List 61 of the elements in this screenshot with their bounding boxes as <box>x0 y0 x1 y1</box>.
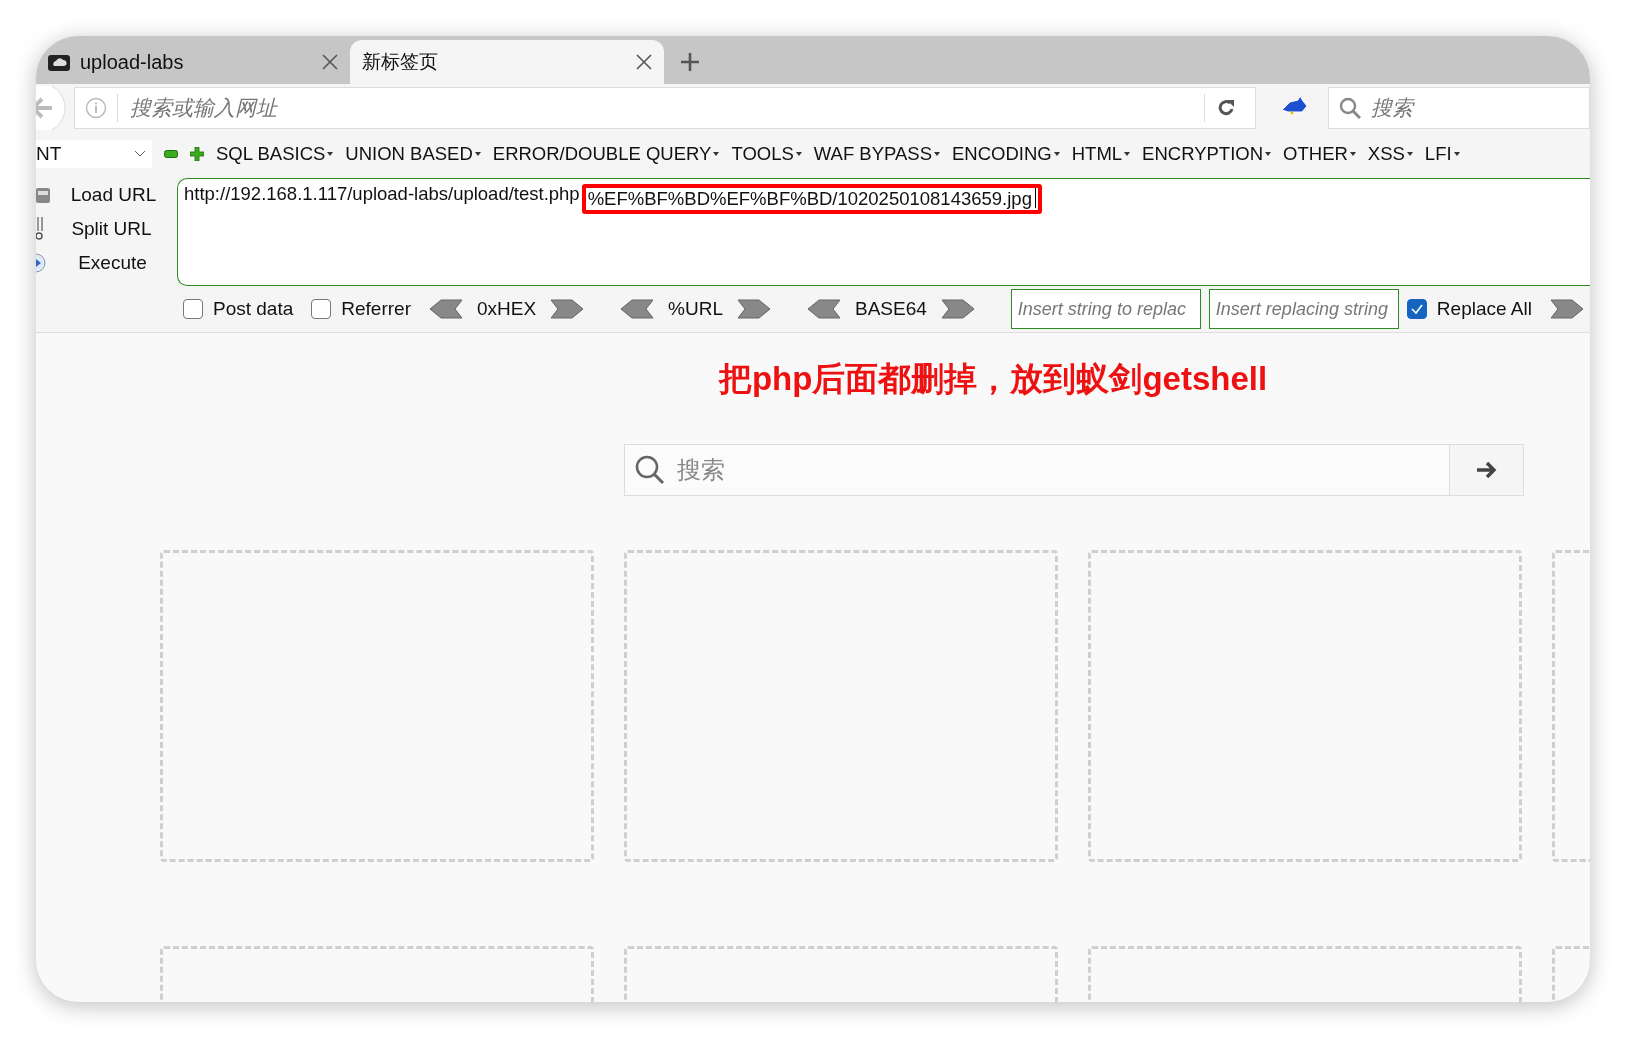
go-button[interactable] <box>1449 445 1523 495</box>
search-icon <box>635 455 665 485</box>
url-text: http://192.168.1.117/upload-labs/upload/test.php <box>184 183 580 204</box>
checkbox-label: Replace All <box>1436 298 1532 320</box>
empty-tile[interactable] <box>160 550 594 862</box>
replacing-string-field[interactable]: Insert replacing string <box>1208 289 1399 329</box>
action-button[interactable]: Load URL <box>50 183 177 206</box>
action-button[interactable]: Execute <box>48 252 177 275</box>
menu-item[interactable]: OTHER <box>1283 143 1356 165</box>
right-arrow-icon[interactable] <box>1549 299 1584 319</box>
left-arrow-icon[interactable] <box>620 299 655 319</box>
left-arrow-icon[interactable] <box>807 299 841 319</box>
checkbox-label: Post data <box>213 298 294 320</box>
menu-item[interactable]: HTML <box>1071 143 1131 165</box>
new-tab-icon[interactable] <box>680 52 700 72</box>
search-box[interactable]: 搜索 <box>624 444 1524 496</box>
checkbox[interactable] <box>311 299 332 319</box>
search-bar[interactable]: 搜索 <box>1328 87 1590 129</box>
empty-tile[interactable] <box>624 550 1058 862</box>
arrow-right-icon <box>1475 460 1498 480</box>
annotation-text: 把php后面都删掉，放到蚁剑getshell <box>718 359 1268 399</box>
close-icon[interactable] <box>636 54 652 70</box>
checkbox[interactable] <box>1406 299 1427 319</box>
empty-tile[interactable] <box>1088 550 1522 862</box>
highlighted-url-text: %EF%BF%BD%EF%BF%BD/1020250108143659.jpg <box>581 184 1042 214</box>
close-icon[interactable] <box>322 54 338 70</box>
checkbox-label: Referrer <box>341 298 411 320</box>
url-field[interactable]: http://192.168.1.117/upload-labs/upload/test.php %EF%BF%BD%EF%BF%BD/1020250108143659.jpg <box>177 178 1590 286</box>
address-bar[interactable]: 搜索或输入网址 <box>74 87 1256 129</box>
menu-item[interactable]: TOOLS <box>731 143 802 165</box>
checkbox[interactable] <box>183 299 203 319</box>
search-field[interactable]: 搜索 <box>675 455 1439 485</box>
plus-icon[interactable] <box>190 147 204 161</box>
action-button[interactable]: Split URL <box>46 218 177 240</box>
chevron-icon <box>134 150 146 158</box>
dropdown[interactable]: NT <box>36 140 152 168</box>
menu-item[interactable]: LFI <box>1424 143 1460 165</box>
browser-tab[interactable]: 新标签页 <box>350 40 664 84</box>
replace-string-field[interactable]: Insert string to replac <box>1010 289 1201 329</box>
menu-item[interactable]: SQL BASICS <box>216 143 334 165</box>
menu-item[interactable]: XSS <box>1367 143 1413 165</box>
menu-item[interactable]: ERROR/DOUBLE QUERY <box>492 143 720 165</box>
menu-item[interactable]: UNION BASED <box>345 143 481 165</box>
search-icon <box>1339 97 1361 119</box>
menu-item[interactable]: ENCODING <box>952 143 1060 165</box>
cloud-folder-icon <box>48 53 70 71</box>
right-arrow-icon[interactable] <box>940 299 975 319</box>
encoder-label: 0xHEX <box>476 298 537 320</box>
minus-icon[interactable] <box>164 150 178 158</box>
browser-tab[interactable]: upload-labs <box>36 40 350 84</box>
menu-item[interactable]: ENCRYPTION <box>1142 143 1272 165</box>
address-field[interactable]: 搜索或输入网址 <box>128 95 1194 121</box>
play-icon <box>36 253 48 274</box>
encoder-label: %URL <box>668 298 723 320</box>
left-arrow-icon[interactable] <box>428 299 463 319</box>
menu-item[interactable]: WAF BYPASS <box>813 143 941 165</box>
right-arrow-icon[interactable] <box>550 299 585 319</box>
right-arrow-icon[interactable] <box>737 299 771 319</box>
search-field[interactable]: 搜索 <box>1369 95 1553 121</box>
encoder-label: BASE64 <box>855 298 927 320</box>
check-icon <box>1409 303 1424 315</box>
